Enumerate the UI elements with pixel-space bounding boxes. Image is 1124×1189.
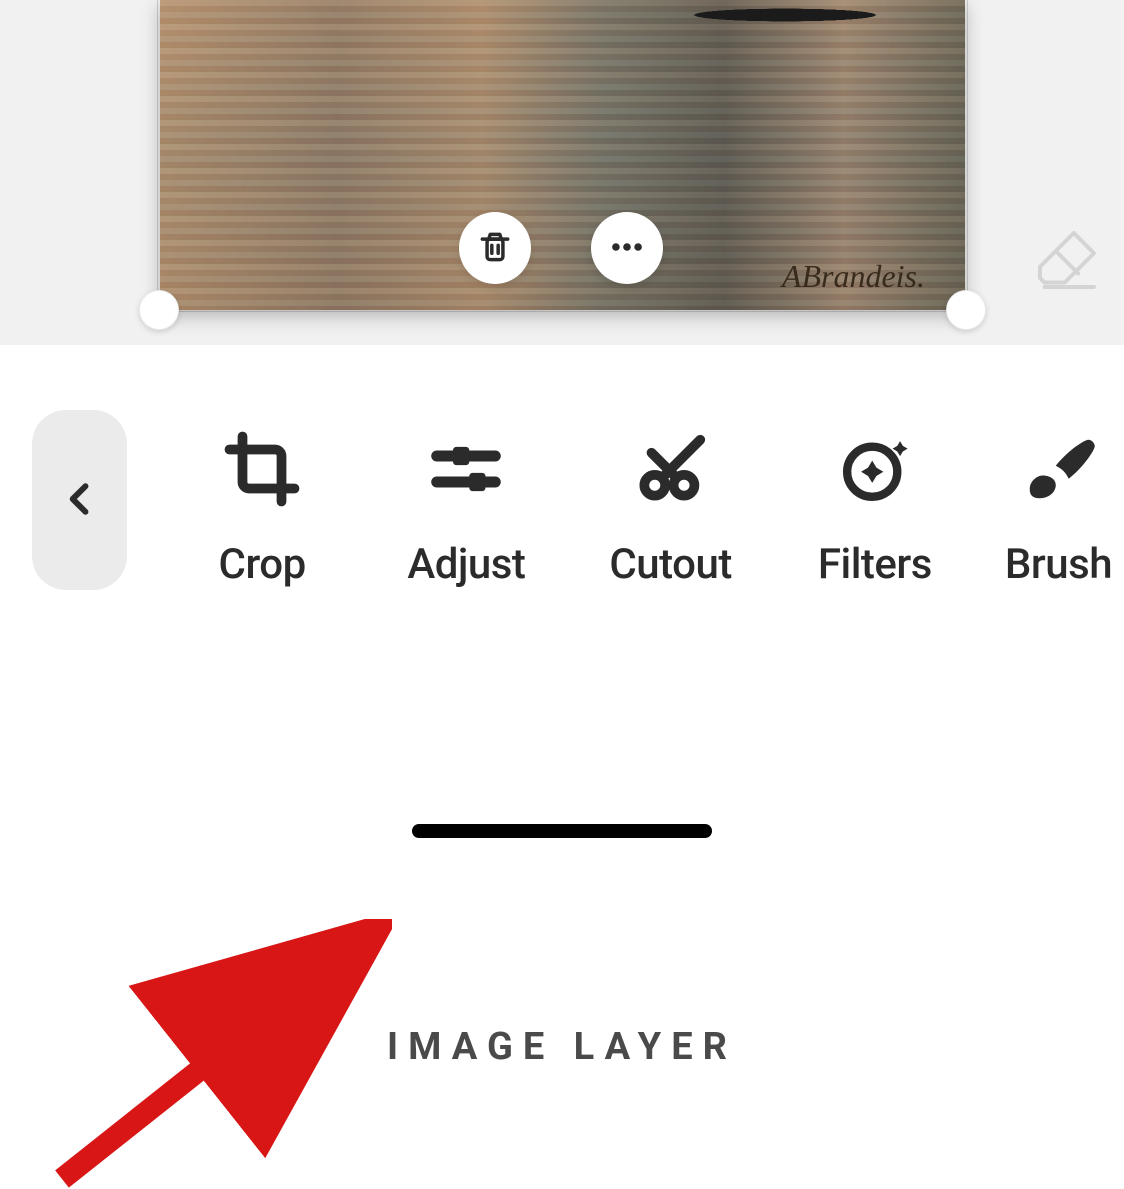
trash-icon: [476, 228, 514, 269]
tool-brush[interactable]: Brush: [977, 430, 1124, 589]
tool-adjust-label: Adjust: [407, 540, 525, 589]
scissors-icon: [632, 430, 710, 512]
tool-filters[interactable]: Filters: [773, 430, 977, 589]
tool-strip[interactable]: Crop Adjust: [160, 430, 1124, 589]
back-button[interactable]: [32, 410, 127, 590]
chevron-left-icon: [58, 477, 102, 524]
tool-crop-label: Crop: [219, 540, 306, 589]
painting-signature: ABrandeis.: [782, 258, 925, 295]
canvas-area: ABrandeis.: [0, 0, 1124, 345]
tool-cutout-label: Cutout: [609, 540, 731, 589]
tool-filters-label: Filters: [818, 540, 932, 589]
section-title: IMAGE LAYER: [0, 1025, 1124, 1069]
eraser-icon: [1031, 224, 1103, 300]
crop-icon: [223, 430, 301, 512]
brush-icon: [1020, 430, 1098, 512]
tool-adjust[interactable]: Adjust: [364, 430, 568, 589]
painting-boat: [635, 6, 935, 24]
bottom-panel: Crop Adjust: [0, 345, 1124, 860]
tool-cutout[interactable]: Cutout: [569, 430, 773, 589]
tool-brush-label: Brush: [1005, 540, 1112, 589]
home-indicator[interactable]: [412, 824, 712, 838]
more-icon: [608, 228, 646, 269]
eraser-tool[interactable]: [1028, 223, 1106, 301]
tool-crop[interactable]: Crop: [160, 430, 364, 589]
delete-button[interactable]: [459, 212, 531, 284]
filters-icon: [836, 430, 914, 512]
selected-image[interactable]: ABrandeis.: [160, 0, 965, 310]
adjust-icon: [427, 430, 505, 512]
more-button[interactable]: [591, 212, 663, 284]
